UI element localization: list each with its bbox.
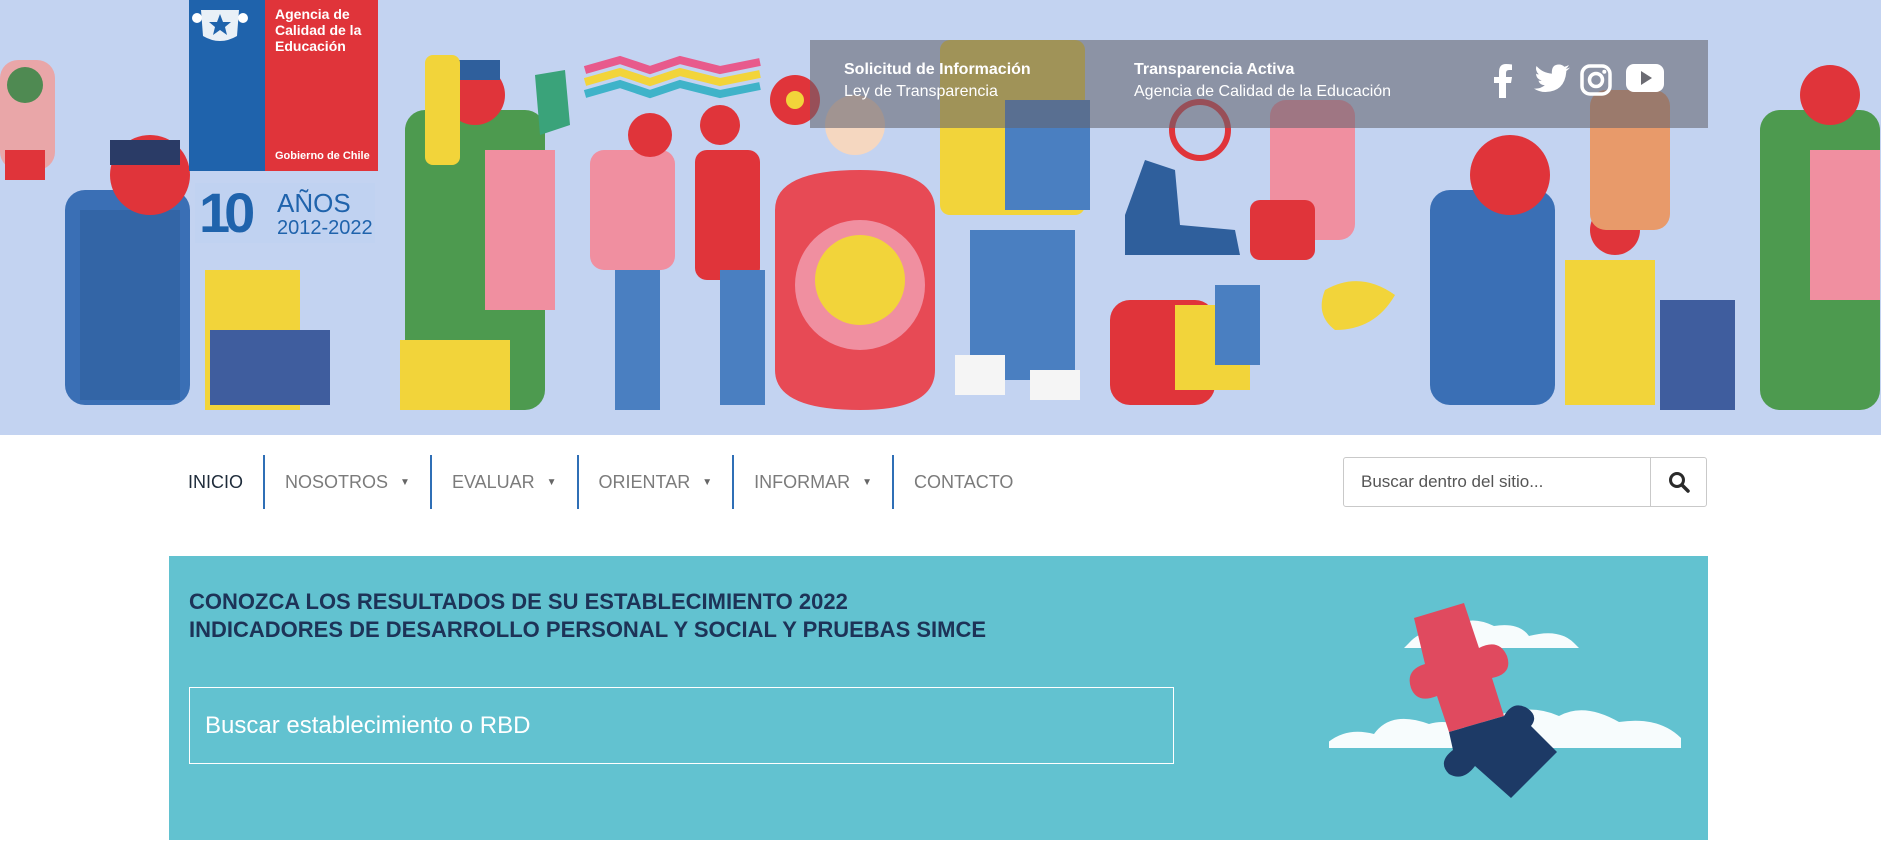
solicitud-informacion-link[interactable]: Solicitud de Información Ley de Transpar… bbox=[844, 60, 1031, 104]
search-icon bbox=[1668, 472, 1690, 493]
main-nav: INICIO NOSOTROS ▼ EVALUAR ▼ ORIENTAR ▼ I… bbox=[172, 455, 1033, 509]
nav-label: CONTACTO bbox=[914, 471, 1014, 492]
transparency-bar: Solicitud de Información Ley de Transpar… bbox=[810, 40, 1708, 128]
caret-down-icon: ▼ bbox=[546, 476, 557, 488]
results-banner: CONOZCA LOS RESULTADOS DE SU ESTABLECIMI… bbox=[169, 556, 1708, 840]
transparencia-subtitle: Agencia de Calidad de la Educación bbox=[1134, 83, 1392, 100]
nav-item-contacto[interactable]: CONTACTO bbox=[892, 455, 1033, 509]
instagram-icon[interactable] bbox=[1580, 64, 1620, 104]
nav-item-informar[interactable]: INFORMAR ▼ bbox=[732, 455, 892, 509]
anniversary-number: 10 bbox=[199, 181, 255, 244]
site-search-button[interactable] bbox=[1650, 458, 1706, 506]
site-search-input[interactable] bbox=[1344, 458, 1650, 506]
youtube-icon[interactable] bbox=[1626, 64, 1666, 104]
solicitud-title: Solicitud de Información bbox=[844, 61, 1031, 78]
school-search-input[interactable]: Buscar establecimiento o RBD bbox=[189, 687, 1174, 764]
solicitud-subtitle: Ley de Transparencia bbox=[844, 83, 998, 100]
caret-down-icon: ▼ bbox=[702, 476, 713, 488]
logo-org-name: Agencia de Calidad de la Educación bbox=[275, 6, 362, 54]
transparencia-title: Transparencia Activa bbox=[1134, 61, 1295, 78]
hero-banner: Agencia de Calidad de la Educación Gobie… bbox=[0, 0, 1881, 435]
nav-item-evaluar[interactable]: EVALUAR ▼ bbox=[429, 455, 577, 509]
agency-logo[interactable]: Agencia de Calidad de la Educación Gobie… bbox=[189, 0, 378, 171]
banner-title: CONOZCA LOS RESULTADOS DE SU ESTABLECIMI… bbox=[189, 588, 986, 644]
facebook-icon[interactable] bbox=[1492, 64, 1532, 104]
twitter-icon[interactable] bbox=[1534, 64, 1574, 104]
nav-item-nosotros[interactable]: NOSOTROS ▼ bbox=[263, 455, 430, 509]
banner-title-line1: CONOZCA LOS RESULTADOS DE SU ESTABLECIMI… bbox=[189, 589, 848, 614]
transparencia-activa-link[interactable]: Transparencia Activa Agencia de Calidad … bbox=[1134, 60, 1391, 104]
logo-government: Gobierno de Chile bbox=[275, 150, 370, 162]
nav-label: ORIENTAR bbox=[598, 471, 691, 492]
caret-down-icon: ▼ bbox=[862, 476, 873, 488]
banner-title-line2: INDICADORES DE DESARROLLO PERSONAL Y SOC… bbox=[189, 617, 987, 642]
chile-coat-of-arms-icon bbox=[192, 10, 248, 41]
caret-down-icon: ▼ bbox=[400, 476, 410, 488]
puzzle-illustration bbox=[1329, 603, 1681, 798]
nav-item-inicio[interactable]: INICIO bbox=[172, 455, 263, 509]
nav-label: INICIO bbox=[188, 471, 244, 492]
anniversary-badge: 10 AÑOS 2012-2022 bbox=[195, 183, 375, 243]
nav-label: NOSOTROS bbox=[285, 471, 389, 492]
nav-item-orientar[interactable]: ORIENTAR ▼ bbox=[576, 455, 733, 509]
nav-label: INFORMAR bbox=[754, 471, 851, 492]
site-search bbox=[1343, 457, 1707, 507]
nav-label: EVALUAR bbox=[451, 471, 535, 492]
logo-red-block: Agencia de Calidad de la Educación Gobie… bbox=[265, 0, 378, 171]
anniversary-years: 2012-2022 bbox=[277, 217, 373, 239]
anniversary-word: AÑOS bbox=[277, 188, 351, 218]
